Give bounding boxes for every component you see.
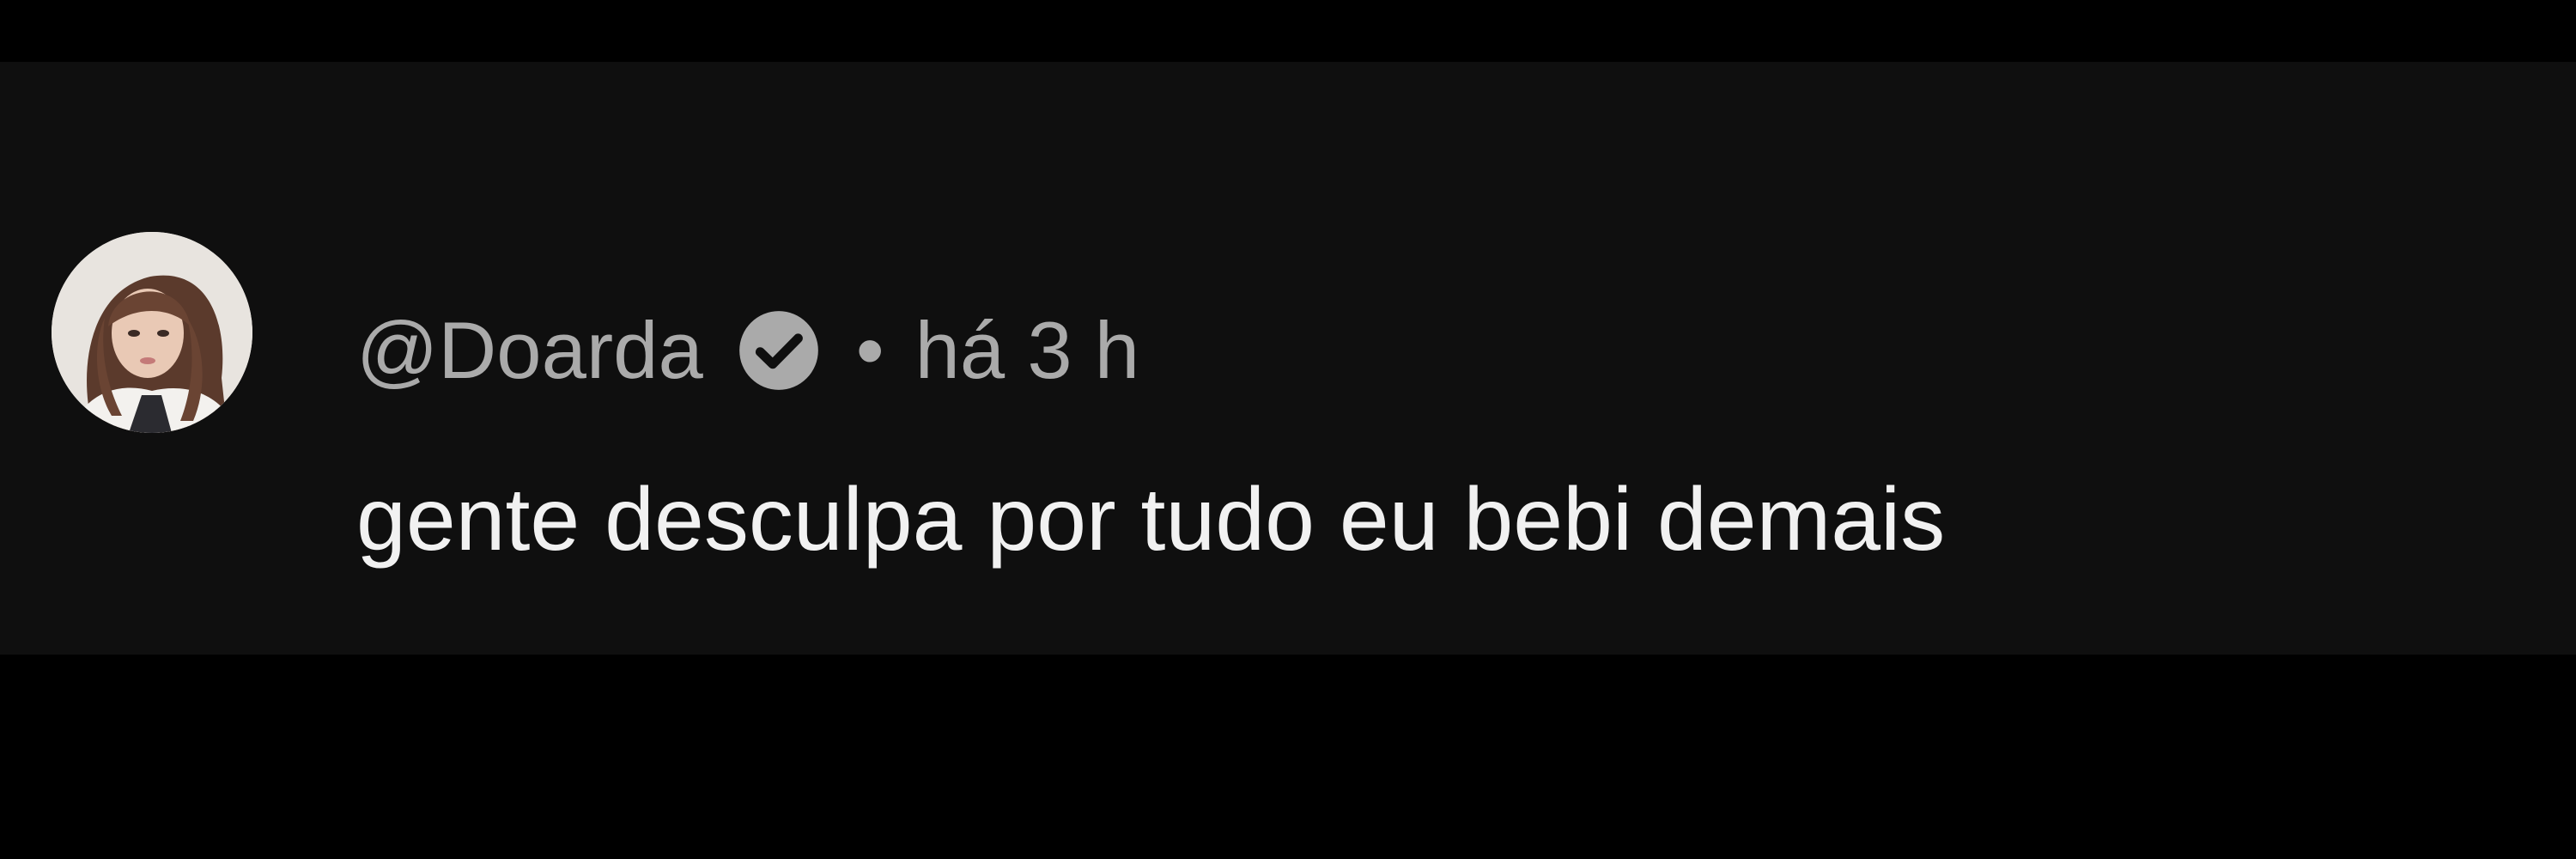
screen: @Doarda • há 3 h gente desculpa por tudo…	[0, 0, 2576, 859]
comment-header: @Doarda • há 3 h	[356, 299, 1139, 402]
author-handle[interactable]: @Doarda	[356, 304, 703, 397]
avatar-image	[52, 232, 252, 433]
separator-dot: •	[855, 305, 884, 395]
verified-check-icon	[736, 308, 822, 393]
comment-timestamp[interactable]: há 3 h	[915, 304, 1139, 397]
comment-card: @Doarda • há 3 h gente desculpa por tudo…	[0, 62, 2576, 655]
comment-text: gente desculpa por tudo eu bebi demais	[356, 470, 1946, 570]
avatar[interactable]	[52, 232, 252, 433]
